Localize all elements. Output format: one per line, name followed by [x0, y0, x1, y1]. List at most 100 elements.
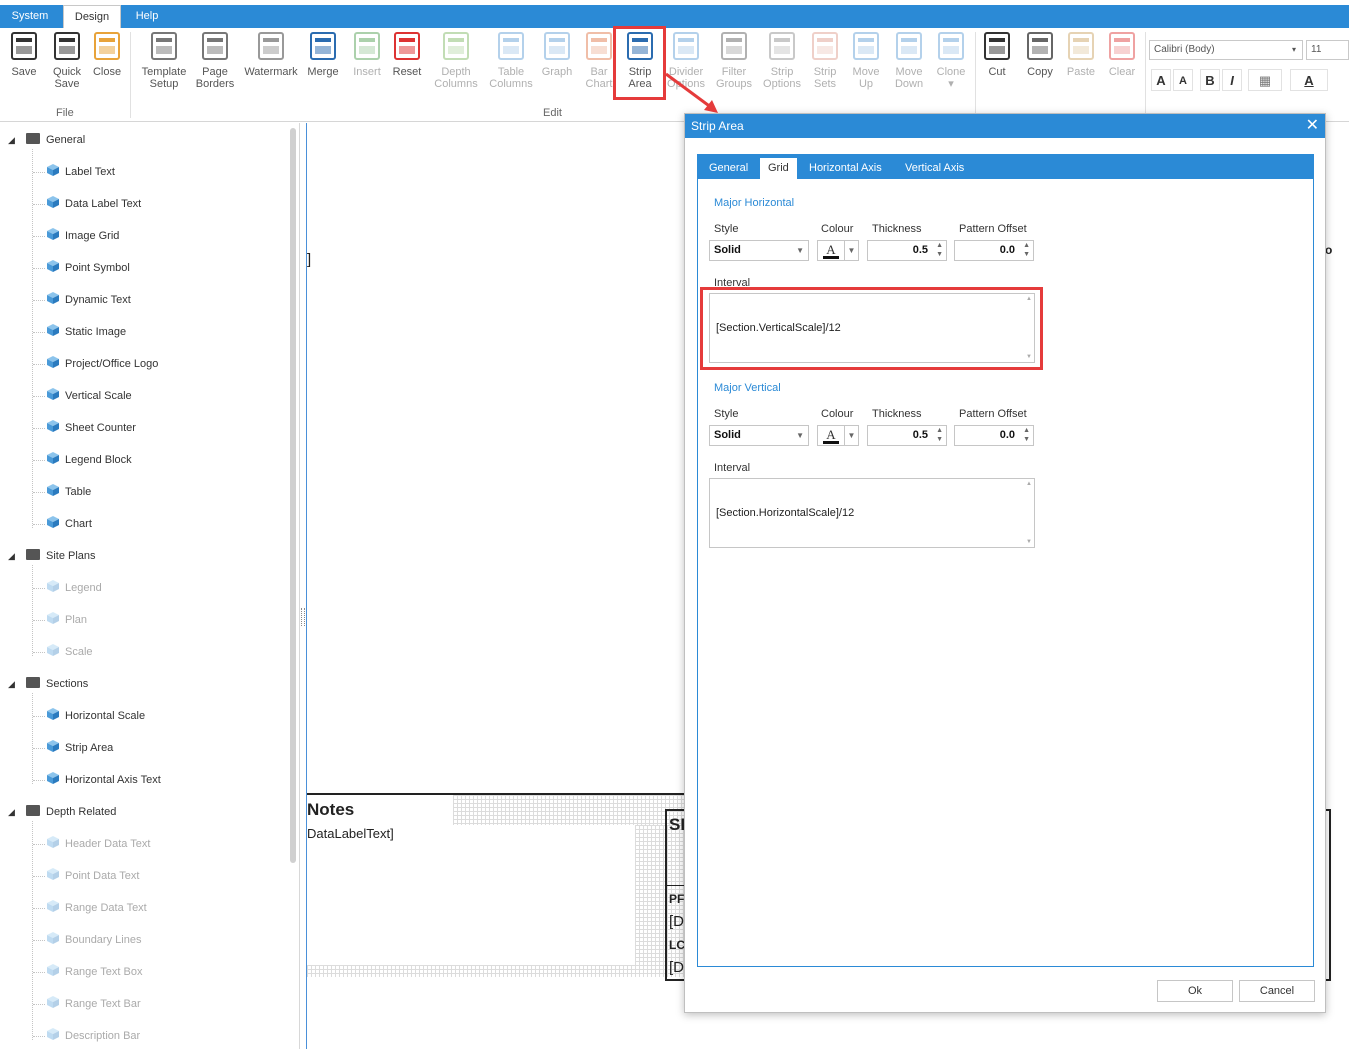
- tree-item[interactable]: Image Grid: [46, 227, 119, 245]
- tree-item[interactable]: Description Bar: [46, 1027, 140, 1045]
- tree-item[interactable]: Label Text: [46, 163, 115, 181]
- tree-group-general[interactable]: General: [26, 131, 85, 149]
- ribbon-button-graph[interactable]: Graph: [532, 30, 582, 78]
- tree-guide-line: [33, 620, 45, 621]
- tab-grid[interactable]: Grid: [760, 158, 797, 179]
- spin-down-icon[interactable]: ▼: [936, 251, 943, 259]
- tree-item[interactable]: Table: [46, 483, 91, 501]
- ribbon-button-scissors[interactable]: Cut: [974, 30, 1020, 78]
- tree-item[interactable]: Point Data Text: [46, 867, 139, 885]
- ribbon-button-strip-area[interactable]: Strip Area: [616, 30, 664, 90]
- tree-item[interactable]: Point Symbol: [46, 259, 130, 277]
- expand-collapse-icon[interactable]: ◢: [8, 551, 15, 562]
- tree-item[interactable]: Project/Office Logo: [46, 355, 158, 373]
- tab-general[interactable]: General: [701, 158, 756, 179]
- scroll-up-icon[interactable]: ▲: [1026, 481, 1032, 487]
- ribbon-button-strip-options[interactable]: Strip Options: [755, 30, 809, 90]
- ribbon-button-paste[interactable]: Paste: [1058, 30, 1104, 78]
- font-name-select[interactable]: Calibri (Body) ▾: [1149, 40, 1303, 60]
- spin-up-icon[interactable]: ▲: [1023, 242, 1030, 250]
- tree-item[interactable]: Range Text Bar: [46, 995, 141, 1013]
- tree-item[interactable]: Range Text Box: [46, 963, 142, 981]
- tree-item[interactable]: Plan: [46, 611, 87, 629]
- ribbon-button-page[interactable]: Page Borders: [190, 30, 240, 90]
- mh-thickness-spinner[interactable]: 0.5 ▲ ▼: [867, 240, 947, 261]
- mv-offset-spinner[interactable]: 0.0 ▲ ▼: [954, 425, 1034, 446]
- grow-font-button[interactable]: A: [1151, 69, 1171, 91]
- mv-style-select[interactable]: Solid ▼: [709, 425, 809, 446]
- tree-item[interactable]: Legend Block: [46, 451, 132, 469]
- font-size-select[interactable]: 11: [1306, 40, 1349, 60]
- chevron-down-icon[interactable]: ▼: [844, 426, 858, 445]
- ribbon-button-clear[interactable]: Clear: [1099, 30, 1145, 78]
- expand-collapse-icon[interactable]: ◢: [8, 135, 15, 146]
- font-colour-button[interactable]: A: [1290, 69, 1328, 91]
- ribbon-button-close-file[interactable]: Close: [84, 30, 130, 78]
- bold-button[interactable]: B: [1200, 69, 1220, 91]
- mv-interval-input[interactable]: [Section.HorizontalScale]/12 ▲ ▼: [709, 478, 1035, 548]
- ribbon-button-merge-grid[interactable]: Merge: [298, 30, 348, 78]
- mh-style-select[interactable]: Solid ▼: [709, 240, 809, 261]
- ribbon-button-copy[interactable]: Copy: [1016, 30, 1064, 78]
- ok-button[interactable]: Ok: [1157, 980, 1233, 1002]
- ribbon-button-save[interactable]: Save: [2, 30, 46, 78]
- scroll-up-icon[interactable]: ▲: [1026, 296, 1032, 302]
- ribbon-button-clone[interactable]: Clone ▾: [927, 30, 975, 90]
- ribbon-button-move-up[interactable]: Move Up: [843, 30, 889, 90]
- tree-item[interactable]: Horizontal Axis Text: [46, 771, 161, 789]
- tree-item[interactable]: Legend: [46, 579, 102, 597]
- tree-item[interactable]: Horizontal Scale: [46, 707, 145, 725]
- menu-tab-design[interactable]: Design: [63, 5, 121, 28]
- tree-group-site-plans[interactable]: Site Plans: [26, 547, 96, 565]
- splitter-grip[interactable]: [301, 608, 305, 626]
- spin-up-icon[interactable]: ▲: [1023, 427, 1030, 435]
- expand-collapse-icon[interactable]: ◢: [8, 679, 15, 690]
- chevron-down-icon[interactable]: ▼: [844, 241, 858, 260]
- spin-up-icon[interactable]: ▲: [936, 427, 943, 435]
- tree-item[interactable]: Vertical Scale: [46, 387, 132, 405]
- tree-item[interactable]: Scale: [46, 643, 93, 661]
- ribbon-button-move-down[interactable]: Move Down: [885, 30, 933, 90]
- shrink-font-button[interactable]: A: [1173, 69, 1193, 91]
- tab-horizontal-axis[interactable]: Horizontal Axis: [801, 158, 890, 179]
- tab-vertical-axis[interactable]: Vertical Axis: [897, 158, 972, 179]
- menu-tab-help[interactable]: Help: [124, 5, 170, 28]
- close-icon[interactable]: ✕: [1306, 114, 1319, 138]
- ribbon-button-watermark[interactable]: Watermark: [236, 30, 306, 78]
- spin-down-icon[interactable]: ▼: [1023, 436, 1030, 444]
- tree-item[interactable]: Boundary Lines: [46, 931, 141, 949]
- tree-item[interactable]: Dynamic Text: [46, 291, 131, 309]
- ribbon-button-strip-sets[interactable]: Strip Sets: [802, 30, 848, 90]
- tree-group-sections[interactable]: Sections: [26, 675, 88, 693]
- spin-up-icon[interactable]: ▲: [936, 242, 943, 250]
- tree-item-label: Horizontal Scale: [65, 710, 146, 722]
- mv-colour-picker[interactable]: A ▼: [817, 425, 859, 446]
- mh-colour-picker[interactable]: A ▼: [817, 240, 859, 261]
- tree-scrollbar[interactable]: [290, 128, 296, 863]
- mh-offset-spinner[interactable]: 0.0 ▲ ▼: [954, 240, 1034, 261]
- tree-item[interactable]: Sheet Counter: [46, 419, 136, 437]
- ribbon-button-bar-chart[interactable]: Bar Chart: [577, 30, 621, 90]
- tree-item[interactable]: Strip Area: [46, 739, 113, 757]
- ribbon-button-label: Chart: [585, 78, 613, 90]
- tree-group-depth-related[interactable]: Depth Related: [26, 803, 116, 821]
- tree-item[interactable]: Chart: [46, 515, 92, 533]
- menu-tab-system[interactable]: System: [0, 5, 60, 28]
- tree-item[interactable]: Range Data Text: [46, 899, 147, 917]
- tree-item[interactable]: Data Label Text: [46, 195, 141, 213]
- ribbon-button-depth-columns[interactable]: Depth Columns: [428, 30, 484, 90]
- spin-down-icon[interactable]: ▼: [936, 436, 943, 444]
- mv-thickness-spinner[interactable]: 0.5 ▲ ▼: [867, 425, 947, 446]
- tree-item[interactable]: Static Image: [46, 323, 126, 341]
- ribbon-button-gear-page[interactable]: Template Setup: [134, 30, 194, 90]
- tree-item[interactable]: Header Data Text: [46, 835, 150, 853]
- borders-button[interactable]: ▦: [1248, 69, 1282, 91]
- spin-down-icon[interactable]: ▼: [1023, 251, 1030, 259]
- scroll-down-icon[interactable]: ▼: [1026, 539, 1032, 545]
- italic-button[interactable]: I: [1222, 69, 1242, 91]
- cancel-button[interactable]: Cancel: [1239, 980, 1315, 1002]
- scroll-down-icon[interactable]: ▼: [1026, 354, 1032, 360]
- ribbon-button-reset[interactable]: Reset: [384, 30, 430, 78]
- mh-interval-input[interactable]: [Section.VerticalScale]/12 ▲ ▼: [709, 293, 1035, 363]
- expand-collapse-icon[interactable]: ◢: [8, 807, 15, 818]
